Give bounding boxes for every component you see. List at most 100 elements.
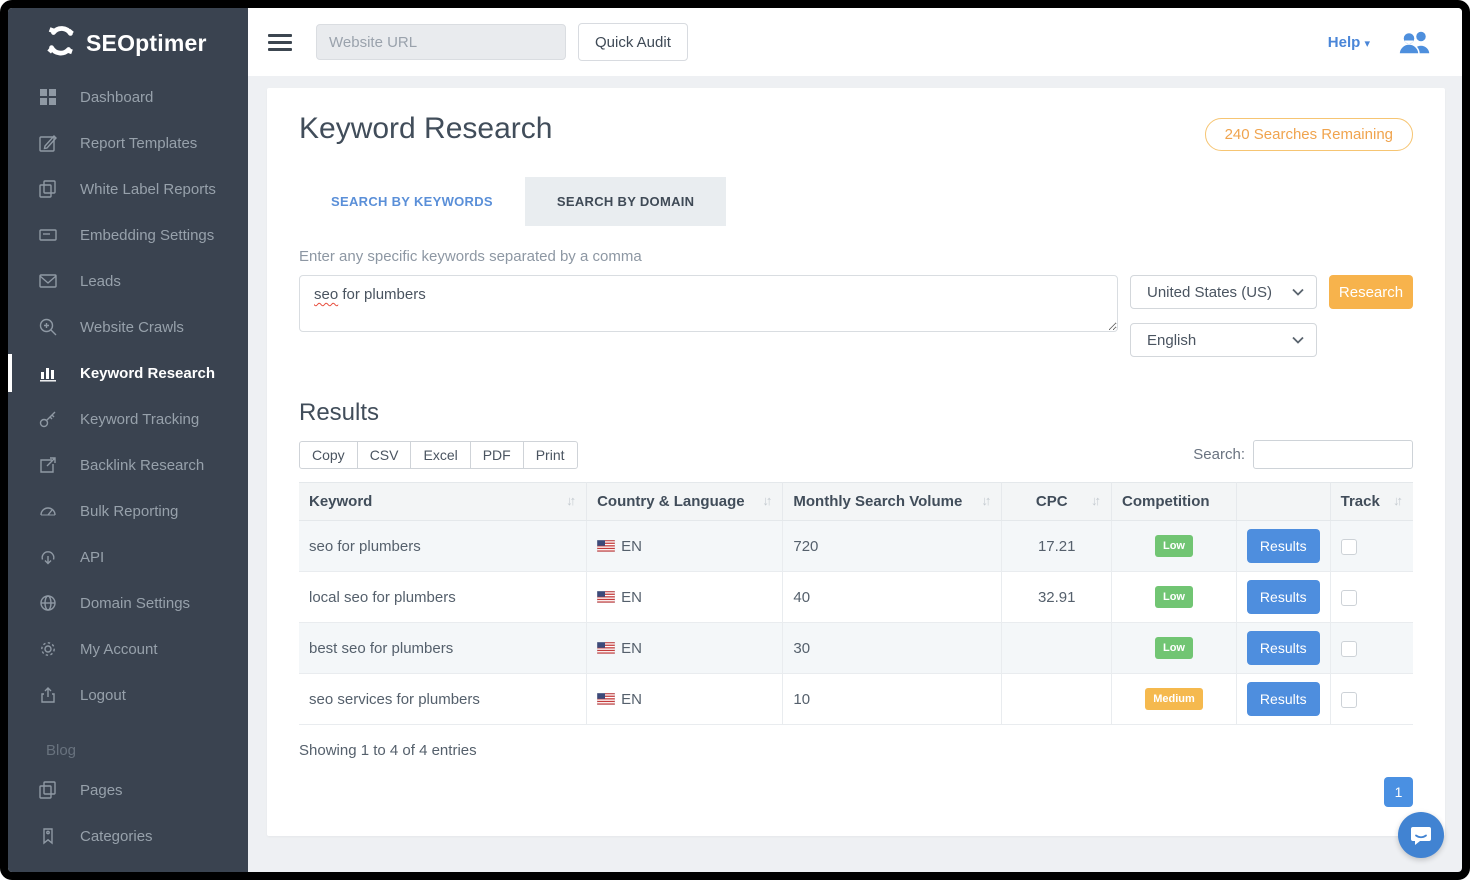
us-flag-icon: [597, 693, 615, 705]
logo-text: SEOptimer: [86, 30, 207, 57]
competition-cell: Low: [1112, 572, 1237, 623]
row-results-button[interactable]: Results: [1247, 580, 1320, 614]
language-select[interactable]: English: [1130, 323, 1317, 357]
sidebar-item-keyword-research[interactable]: Keyword Research: [8, 350, 248, 396]
row-results-button[interactable]: Results: [1247, 682, 1320, 716]
sidebar-item-my-account[interactable]: My Account: [8, 626, 248, 672]
keywords-textarea[interactable]: seo for plumbers: [299, 275, 1118, 332]
sidebar-item-label: Dashboard: [80, 89, 153, 106]
cpc-cell: [1002, 623, 1112, 674]
misspelled-word: seo: [314, 286, 338, 303]
chat-widget-button[interactable]: [1398, 812, 1444, 858]
users-icon[interactable]: [1398, 29, 1432, 55]
sort-icon[interactable]: ↓↑: [981, 493, 991, 508]
sort-icon[interactable]: ↓↑: [1393, 493, 1403, 508]
action-cell: Results: [1236, 674, 1330, 725]
bulk-reporting-icon: [38, 502, 58, 520]
sort-icon[interactable]: ↓↑: [566, 493, 576, 508]
logo[interactable]: SEOptimer: [8, 8, 248, 74]
column-header-cpc[interactable]: CPC↓↑: [1002, 483, 1112, 521]
column-header-monthly-search-volume[interactable]: Monthly Search Volume↓↑: [783, 483, 1002, 521]
sidebar-item-categories[interactable]: Categories: [8, 813, 248, 859]
sidebar-item-leads[interactable]: Leads: [8, 258, 248, 304]
keyword-tracking-icon: [38, 410, 58, 428]
keywords-input-label: Enter any specific keywords separated by…: [299, 248, 1413, 265]
action-cell: Results: [1236, 521, 1330, 572]
tab-search-by-keywords[interactable]: SEARCH BY KEYWORDS: [299, 177, 525, 226]
us-flag-icon: [597, 540, 615, 552]
pagination: 1: [299, 777, 1413, 807]
column-header-country-language[interactable]: Country & Language↓↑: [587, 483, 783, 521]
sidebar-item-report-templates[interactable]: Report Templates: [8, 120, 248, 166]
main-area: Quick Audit Help ▾ Keyword Research 240 …: [248, 8, 1462, 872]
sidebar-item-label: API: [80, 549, 104, 566]
track-checkbox[interactable]: [1341, 590, 1357, 606]
sidebar-item-domain-settings[interactable]: Domain Settings: [8, 580, 248, 626]
chevron-down-icon: [1292, 336, 1304, 344]
volume-cell: 30: [783, 623, 1002, 674]
sidebar-item-bulk-reporting[interactable]: Bulk Reporting: [8, 488, 248, 534]
sidebar-item-label: Report Templates: [80, 135, 197, 152]
competition-cell: Medium: [1112, 674, 1237, 725]
website-url-input[interactable]: [316, 24, 566, 60]
keyword-cell: local seo for plumbers: [299, 572, 587, 623]
pdf-button[interactable]: PDF: [470, 441, 524, 469]
help-dropdown[interactable]: Help ▾: [1328, 34, 1370, 51]
track-checkbox[interactable]: [1341, 539, 1357, 555]
sidebar-item-label: Backlink Research: [80, 457, 204, 474]
column-header-keyword[interactable]: Keyword↓↑: [299, 483, 587, 521]
website-crawls-icon: [38, 318, 58, 336]
print-button[interactable]: Print: [523, 441, 578, 469]
copy-button[interactable]: Copy: [299, 441, 358, 469]
sort-icon[interactable]: ↓↑: [1091, 493, 1101, 508]
excel-button[interactable]: Excel: [410, 441, 470, 469]
table-row: best seo for plumbers EN 30 Low Results: [299, 623, 1413, 674]
sidebar-item-label: White Label Reports: [80, 181, 216, 198]
column-header-track[interactable]: Track↓↑: [1330, 483, 1413, 521]
track-checkbox[interactable]: [1341, 641, 1357, 657]
keywords-text: for plumbers: [338, 286, 426, 303]
api-icon: [38, 548, 58, 566]
sidebar-item-label: My Account: [80, 641, 158, 658]
table-header-row: Keyword↓↑ Country & Language↓↑ Monthly S…: [299, 483, 1413, 521]
hamburger-menu-icon[interactable]: [268, 34, 292, 51]
sidebar-item-pages[interactable]: Pages: [8, 767, 248, 813]
us-flag-icon: [597, 591, 615, 603]
sidebar-item-label: Bulk Reporting: [80, 503, 178, 520]
page-1-button[interactable]: 1: [1384, 777, 1413, 807]
my-account-icon: [38, 640, 58, 658]
competition-badge: Low: [1155, 535, 1193, 557]
volume-cell: 720: [783, 521, 1002, 572]
tab-search-by-domain[interactable]: SEARCH BY DOMAIN: [525, 177, 726, 226]
keyword-research-card: Keyword Research 240 Searches Remaining …: [267, 88, 1445, 836]
track-checkbox[interactable]: [1341, 692, 1357, 708]
table-search-label: Search:: [1193, 446, 1245, 463]
quick-audit-button[interactable]: Quick Audit: [578, 23, 688, 61]
sidebar-item-white-label-reports[interactable]: White Label Reports: [8, 166, 248, 212]
sidebar-item-embedding-settings[interactable]: Embedding Settings: [8, 212, 248, 258]
sidebar-item-dashboard[interactable]: Dashboard: [8, 74, 248, 120]
research-button[interactable]: Research: [1329, 275, 1413, 309]
competition-badge: Medium: [1145, 688, 1203, 710]
sidebar-item-website-crawls[interactable]: Website Crawls: [8, 304, 248, 350]
domain-settings-icon: [38, 594, 58, 612]
sidebar-item-label: Embedding Settings: [80, 227, 214, 244]
sidebar-item-backlink-research[interactable]: Backlink Research: [8, 442, 248, 488]
column-header-actions: [1236, 483, 1330, 521]
csv-button[interactable]: CSV: [357, 441, 412, 469]
sidebar-item-logout[interactable]: Logout: [8, 672, 248, 718]
sidebar-item-label: Leads: [80, 273, 121, 290]
volume-cell: 40: [783, 572, 1002, 623]
row-results-button[interactable]: Results: [1247, 529, 1320, 563]
sidebar-item-keyword-tracking[interactable]: Keyword Tracking: [8, 396, 248, 442]
sort-icon[interactable]: ↓↑: [762, 493, 772, 508]
table-row: seo services for plumbers EN 10 Medium R…: [299, 674, 1413, 725]
keyword-cell: best seo for plumbers: [299, 623, 587, 674]
row-results-button[interactable]: Results: [1247, 631, 1320, 665]
table-search-input[interactable]: [1253, 440, 1413, 469]
column-header-competition[interactable]: Competition: [1112, 483, 1237, 521]
action-cell: Results: [1236, 572, 1330, 623]
sidebar-item-api[interactable]: API: [8, 534, 248, 580]
country-select[interactable]: United States (US): [1130, 275, 1317, 309]
track-cell: [1330, 572, 1413, 623]
